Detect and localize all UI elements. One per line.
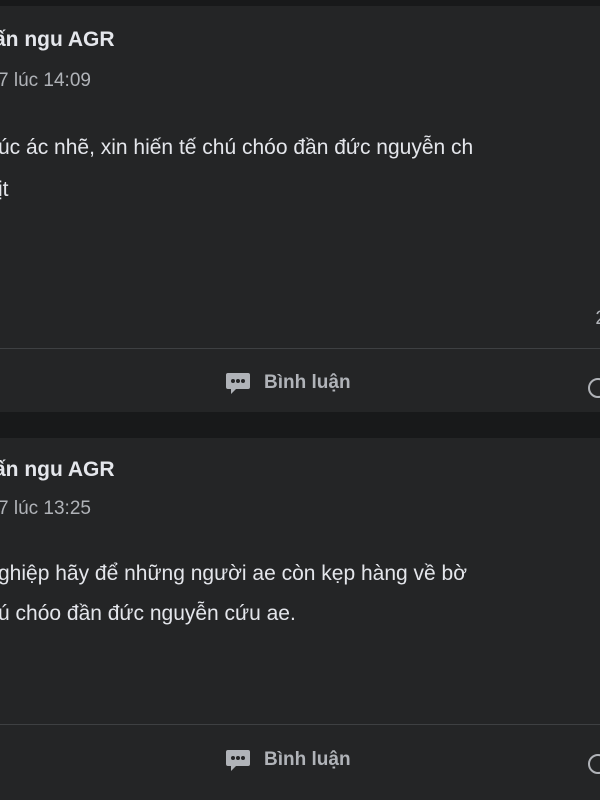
post-timestamp[interactable]: 7 lúc 13:25 [0,498,91,520]
share-icon[interactable] [588,754,600,774]
author-name[interactable]: ấn ngu AGR [0,28,115,52]
comment-button-label: Bình luận [264,749,351,770]
comment-button-label: Bình luận [264,372,351,393]
comment-button[interactable]: Bình luận [224,745,351,775]
comment-button[interactable]: Bình luận [224,368,351,398]
comment-icon [226,750,250,771]
post-timestamp[interactable]: 7 lúc 14:09 [0,70,91,92]
reaction-count: 2 [595,308,600,330]
divider [0,724,600,725]
comment-card: ấn ngu AGR 7 lúc 14:09 úc ác nhẽ, xin hi… [0,6,600,412]
share-icon[interactable] [588,378,600,398]
comment-icon [226,373,250,394]
comment-card: ấn ngu AGR 7 lúc 13:25 ghiệp hãy để nhữn… [0,438,600,800]
divider [0,348,600,349]
comment-text-line: ịt [0,178,9,201]
comment-text-line: úc ác nhẽ, xin hiến tế chú chóo đần đức … [0,136,474,159]
author-name[interactable]: ấn ngu AGR [0,458,115,482]
comment-text-line: ghiệp hãy để những người ae còn kẹp hàng… [0,562,467,585]
comment-feed: ấn ngu AGR 7 lúc 14:09 úc ác nhẽ, xin hi… [0,0,600,800]
comment-text-line: ú chóo đần đức nguyễn cứu ae. [0,602,296,625]
